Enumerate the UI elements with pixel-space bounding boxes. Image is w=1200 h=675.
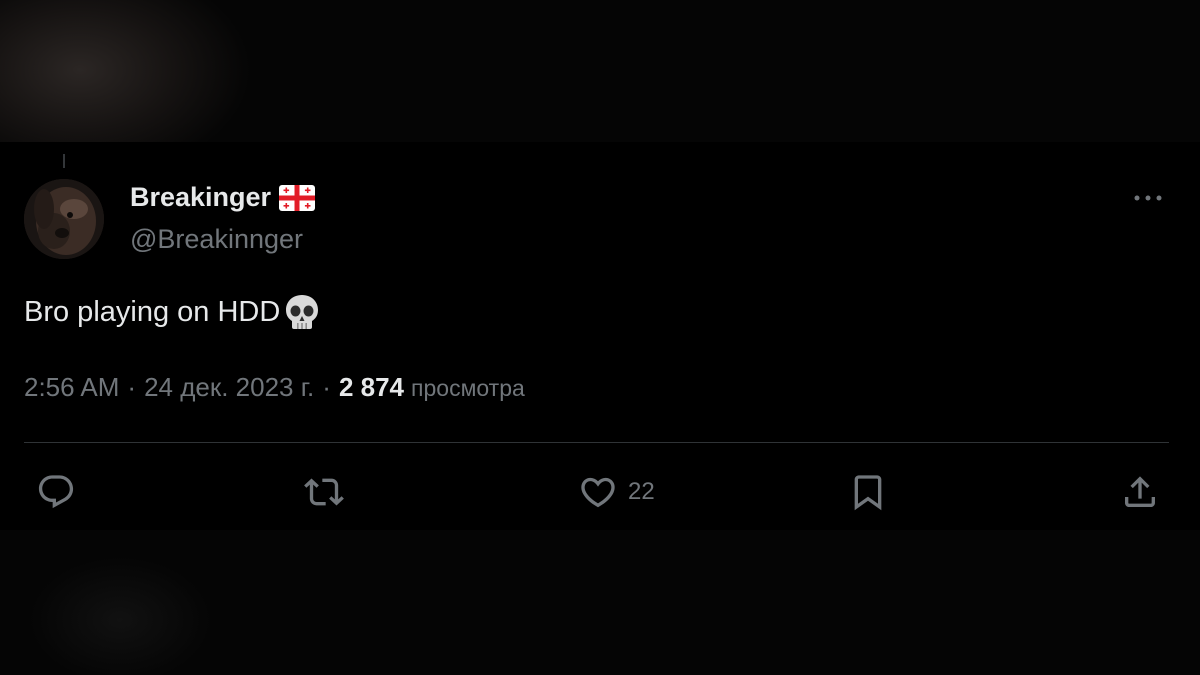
dog-avatar-image <box>24 179 104 259</box>
avatar[interactable] <box>24 179 104 259</box>
blurred-background-top <box>0 0 1200 142</box>
bookmark-icon <box>854 475 882 511</box>
author-name-row: Breakinger <box>130 182 316 213</box>
like-button[interactable]: 22 <box>578 470 655 514</box>
retweet-icon <box>304 478 344 506</box>
georgia-flag-icon <box>279 184 316 211</box>
meta-separator: · <box>322 372 331 402</box>
author-display-name[interactable]: Breakinger <box>130 182 271 213</box>
tweet-date[interactable]: 24 дек. 2023 г. <box>144 372 314 403</box>
share-button[interactable] <box>1120 470 1160 514</box>
bookmark-button[interactable] <box>848 470 888 514</box>
thread-connector-line <box>63 154 65 168</box>
views-count: 2 874 <box>338 372 405 402</box>
divider <box>24 442 1169 443</box>
author-handle[interactable]: @Breakinnger <box>130 224 303 255</box>
tweet-text-content: Bro playing on HDD <box>24 295 281 328</box>
reply-button[interactable] <box>36 470 76 514</box>
views-label: просмотра <box>411 375 525 401</box>
screenshot-stage: Breakinger @Breakinnger Bro playing on H… <box>0 0 1200 675</box>
like-count: 22 <box>628 478 655 505</box>
tweet-meta: 2:56 AM · 24 дек. 2023 г. · 2 874 просмо… <box>24 372 525 403</box>
heart-icon <box>581 477 615 508</box>
tweet-text: Bro playing on HDD <box>24 292 322 332</box>
more-options-button[interactable] <box>1130 188 1166 208</box>
tweet-time[interactable]: 2:56 AM <box>24 372 119 403</box>
blurred-background-bottom <box>0 530 1200 675</box>
meta-separator: · <box>127 372 137 402</box>
tweet-card: Breakinger @Breakinnger Bro playing on H… <box>0 142 1200 532</box>
action-bar: 22 <box>0 470 1200 514</box>
share-icon <box>1125 476 1155 507</box>
retweet-button[interactable] <box>304 470 344 514</box>
more-icon <box>1134 195 1162 201</box>
reply-icon <box>38 475 74 509</box>
skull-icon <box>286 295 319 329</box>
